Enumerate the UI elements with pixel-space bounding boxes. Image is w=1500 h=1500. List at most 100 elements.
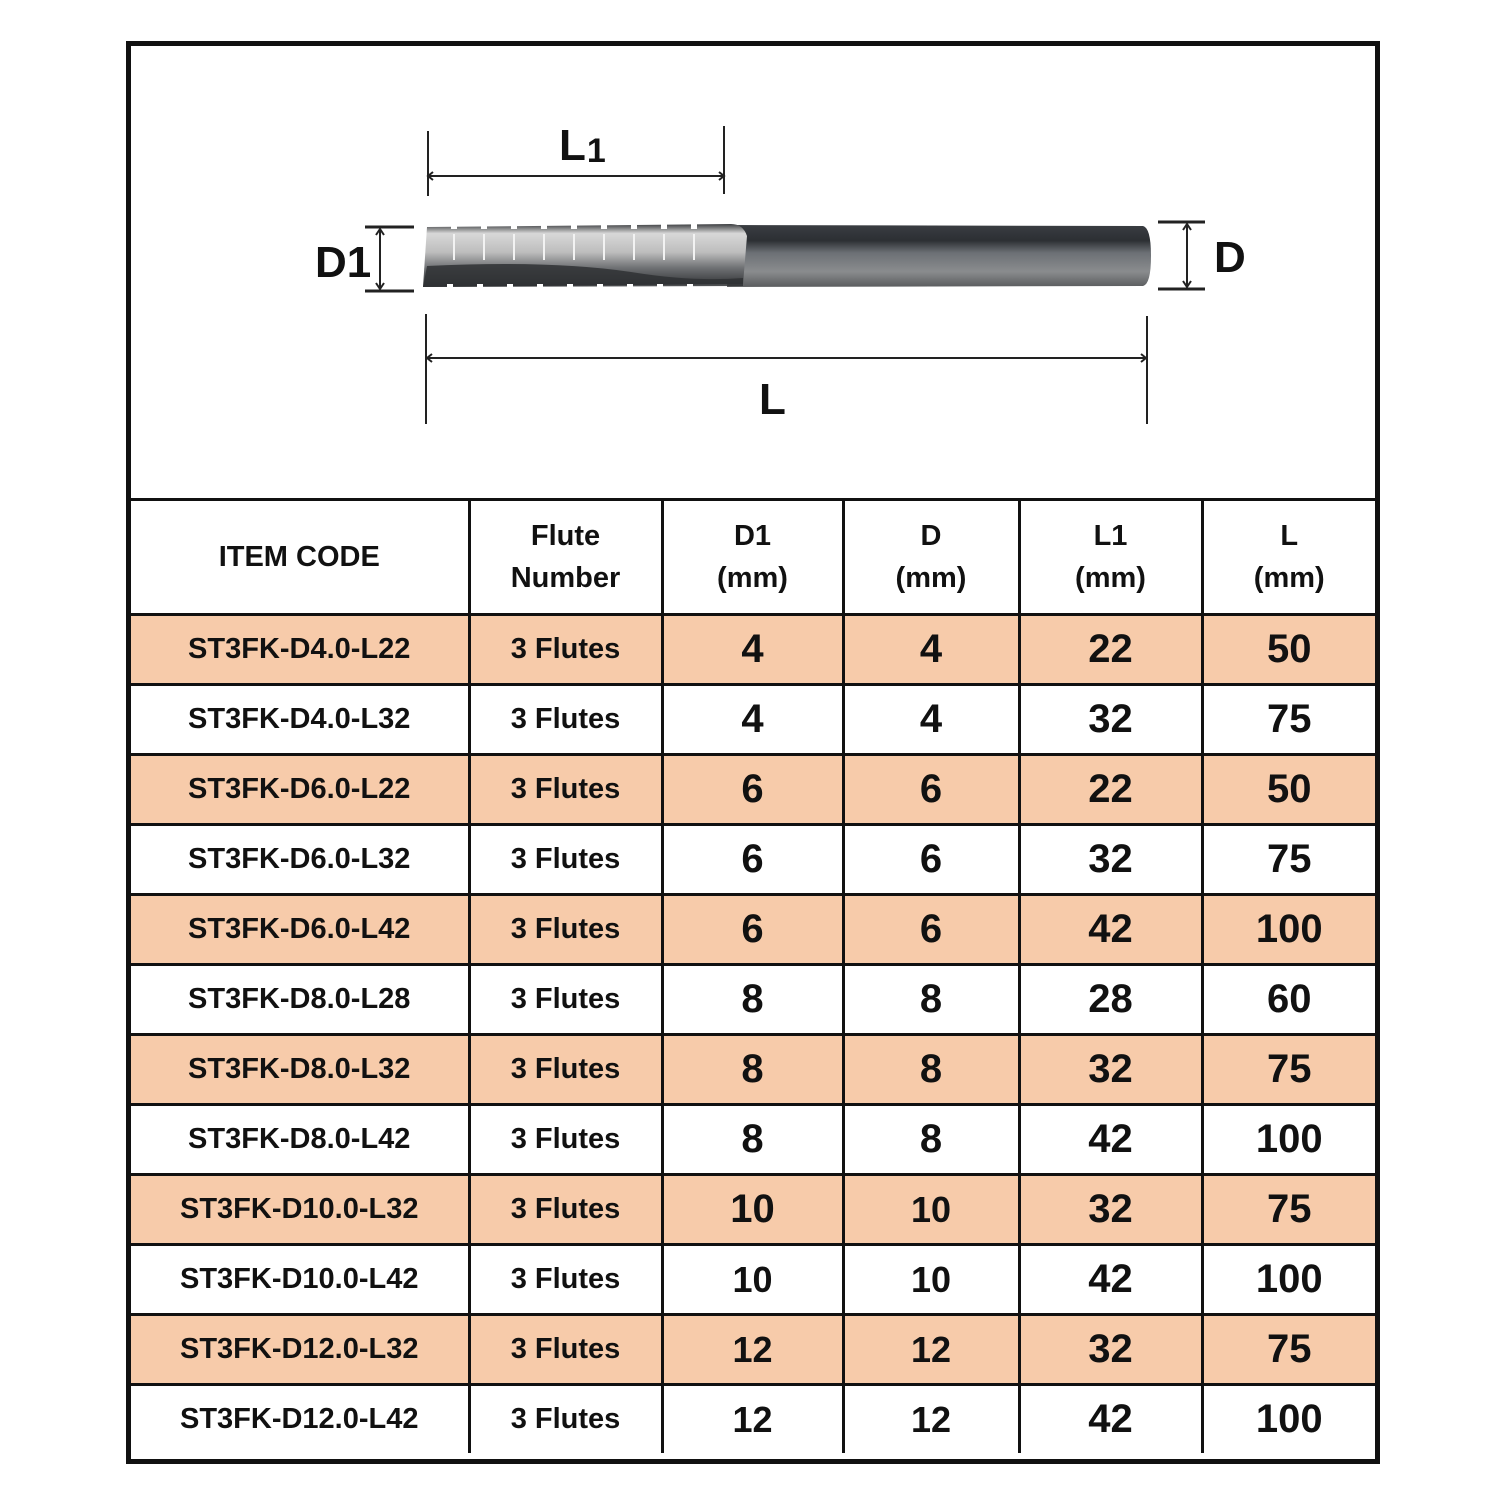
header-item-code: ITEM CODE — [131, 498, 471, 616]
cell-d1: 6 — [660, 823, 845, 896]
cell-l1: 42 — [1017, 893, 1204, 966]
cell-item-code: ST3FK-D4.0-L22 — [131, 613, 471, 686]
cell-item-code: ST3FK-D8.0-L32 — [131, 1033, 471, 1106]
cell-l1: 32 — [1017, 1313, 1204, 1386]
cell-d1: 4 — [660, 683, 845, 756]
header-l: L (mm) — [1200, 498, 1375, 616]
table-row: ST3FK-D4.0-L22 3 Flutes 4 4 22 50 — [131, 613, 1375, 686]
cell-item-code: ST3FK-D8.0-L42 — [131, 1103, 471, 1176]
cell-l1: 42 — [1017, 1383, 1204, 1453]
cell-l: 100 — [1200, 1103, 1375, 1176]
cell-l1: 32 — [1017, 823, 1204, 896]
cell-flute-number: 3 Flutes — [467, 1243, 664, 1316]
cell-item-code: ST3FK-D6.0-L42 — [131, 893, 471, 966]
cell-flute-number: 3 Flutes — [467, 963, 664, 1036]
table-row: ST3FK-D8.0-L42 3 Flutes 8 8 42 100 — [131, 1103, 1375, 1176]
cell-flute-number: 3 Flutes — [467, 893, 664, 966]
cell-d: 8 — [841, 963, 1021, 1036]
cell-l: 75 — [1200, 1313, 1375, 1386]
cell-d1: 12 — [660, 1383, 845, 1453]
cell-item-code: ST3FK-D6.0-L32 — [131, 823, 471, 896]
cell-d1: 4 — [660, 613, 845, 686]
cell-l1: 32 — [1017, 1033, 1204, 1106]
header-d: D (mm) — [841, 498, 1021, 616]
cell-d: 6 — [841, 893, 1021, 966]
cell-item-code: ST3FK-D12.0-L42 — [131, 1383, 471, 1453]
spec-sheet-frame: L1 D1 D L ITEM CODE Flute Number D1 (mm) D… — [126, 41, 1380, 1464]
cell-flute-number: 3 Flutes — [467, 683, 664, 756]
cell-d: 6 — [841, 823, 1021, 896]
cell-d1: 8 — [660, 1103, 845, 1176]
cell-item-code: ST3FK-D4.0-L32 — [131, 683, 471, 756]
cell-flute-number: 3 Flutes — [467, 1173, 664, 1246]
d1-dimension-line — [365, 225, 414, 293]
header-flute-number: Flute Number — [467, 498, 664, 616]
cell-l: 50 — [1200, 753, 1375, 826]
cell-flute-number: 3 Flutes — [467, 1103, 664, 1176]
cell-l1: 32 — [1017, 683, 1204, 756]
table-row: ST3FK-D10.0-L32 3 Flutes 10 10 32 75 — [131, 1173, 1375, 1246]
cell-d1: 12 — [660, 1313, 845, 1386]
cell-flute-number: 3 Flutes — [467, 1033, 664, 1106]
cell-l: 60 — [1200, 963, 1375, 1036]
cell-d1: 8 — [660, 1033, 845, 1106]
table-row: ST3FK-D6.0-L22 3 Flutes 6 6 22 50 — [131, 753, 1375, 826]
cell-d: 8 — [841, 1103, 1021, 1176]
cell-d: 6 — [841, 753, 1021, 826]
cell-l1: 28 — [1017, 963, 1204, 1036]
l-dimension-line — [425, 314, 1148, 424]
header-l1: L1 (mm) — [1017, 498, 1204, 616]
cell-l: 75 — [1200, 1173, 1375, 1246]
table-row: ST3FK-D10.0-L42 3 Flutes 10 10 42 100 — [131, 1243, 1375, 1316]
cell-item-code: ST3FK-D8.0-L28 — [131, 963, 471, 1036]
cell-l: 75 — [1200, 683, 1375, 756]
tool-body — [423, 224, 1151, 289]
cell-item-code: ST3FK-D12.0-L32 — [131, 1313, 471, 1386]
cell-l: 75 — [1200, 1033, 1375, 1106]
table-row: ST3FK-D6.0-L32 3 Flutes 6 6 32 75 — [131, 823, 1375, 896]
d-dimension-line — [1158, 220, 1205, 291]
d1-label: D1 — [315, 238, 372, 287]
cell-d: 10 — [841, 1173, 1021, 1246]
d-label: D — [1214, 233, 1246, 282]
cell-l1: 22 — [1017, 613, 1204, 686]
cell-flute-number: 3 Flutes — [467, 613, 664, 686]
cell-d: 8 — [841, 1033, 1021, 1106]
cell-d: 12 — [841, 1383, 1021, 1453]
cell-item-code: ST3FK-D6.0-L22 — [131, 753, 471, 826]
cell-l1: 32 — [1017, 1173, 1204, 1246]
cell-l: 100 — [1200, 1243, 1375, 1316]
cell-d1: 8 — [660, 963, 845, 1036]
cell-l1: 42 — [1017, 1103, 1204, 1176]
cell-d1: 6 — [660, 753, 845, 826]
table-row: ST3FK-D4.0-L32 3 Flutes 4 4 32 75 — [131, 683, 1375, 756]
table-row: ST3FK-D8.0-L32 3 Flutes 8 8 32 75 — [131, 1033, 1375, 1106]
cell-d1: 10 — [660, 1173, 845, 1246]
cell-flute-number: 3 Flutes — [467, 1383, 664, 1453]
cell-l: 75 — [1200, 823, 1375, 896]
cell-d: 10 — [841, 1243, 1021, 1316]
cell-d: 12 — [841, 1313, 1021, 1386]
table-header-row: ITEM CODE Flute Number D1 (mm) D (mm) L1 (mm… — [131, 498, 1375, 616]
table-row: ST3FK-D12.0-L32 3 Flutes 12 12 32 75 — [131, 1313, 1375, 1386]
tool-dimension-diagram: L1 D1 D L — [131, 46, 1375, 498]
header-d1: D1 (mm) — [660, 498, 845, 616]
cell-l: 100 — [1200, 893, 1375, 966]
cell-d1: 6 — [660, 893, 845, 966]
table-row: ST3FK-D12.0-L42 3 Flutes 12 12 42 100 — [131, 1383, 1375, 1453]
spec-table: ITEM CODE Flute Number D1 (mm) D (mm) L1 (mm… — [131, 498, 1375, 1453]
cell-flute-number: 3 Flutes — [467, 753, 664, 826]
cell-l1: 22 — [1017, 753, 1204, 826]
cell-l1: 42 — [1017, 1243, 1204, 1316]
l1-label: L1 — [559, 121, 606, 170]
table-row: ST3FK-D8.0-L28 3 Flutes 8 8 28 60 — [131, 963, 1375, 1036]
table-row: ST3FK-D6.0-L42 3 Flutes 6 6 42 100 — [131, 893, 1375, 966]
cell-d1: 10 — [660, 1243, 845, 1316]
cell-l: 100 — [1200, 1383, 1375, 1453]
cell-flute-number: 3 Flutes — [467, 823, 664, 896]
cell-d: 4 — [841, 683, 1021, 756]
cell-l: 50 — [1200, 613, 1375, 686]
cell-item-code: ST3FK-D10.0-L42 — [131, 1243, 471, 1316]
cell-flute-number: 3 Flutes — [467, 1313, 664, 1386]
cell-item-code: ST3FK-D10.0-L32 — [131, 1173, 471, 1246]
